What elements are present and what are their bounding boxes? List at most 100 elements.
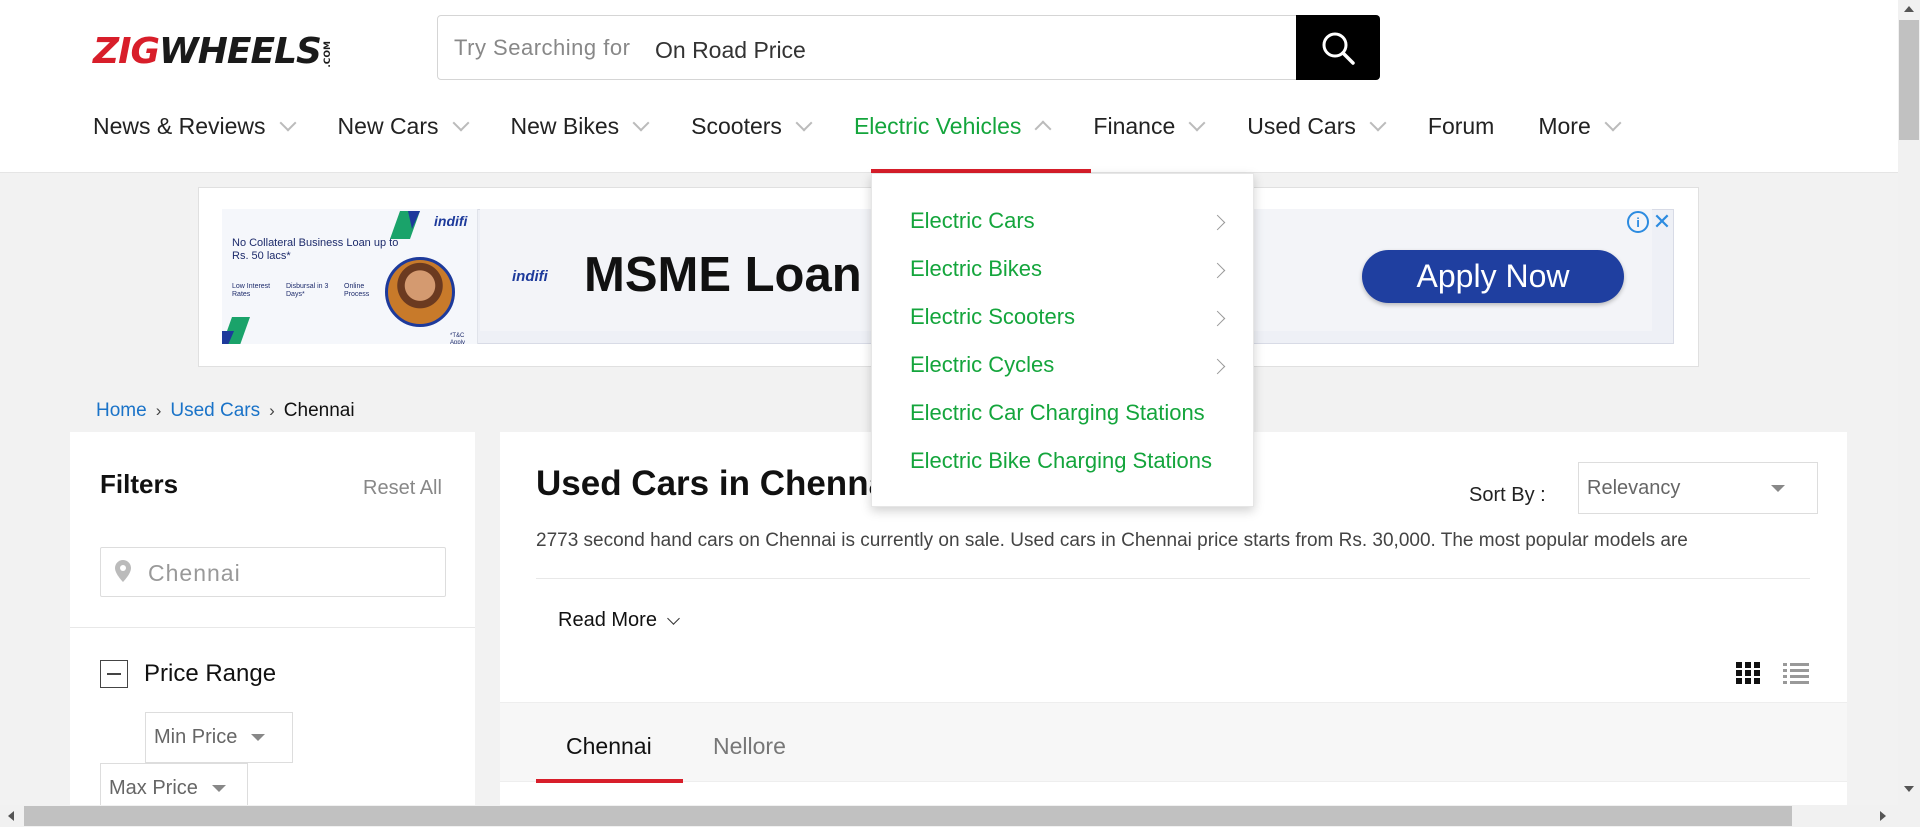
ad-left-feature: Low Interest Rates [232, 283, 271, 299]
search-placeholder: Try Searching for [454, 35, 631, 60]
dropdown-item-electric-bikes[interactable]: Electric Bikes [910, 256, 1042, 282]
nav-label: News & Reviews [93, 112, 266, 139]
filter-divider [70, 627, 475, 628]
dropdown-item-car-charging-stations[interactable]: Electric Car Charging Stations [910, 400, 1205, 426]
tab-chennai[interactable]: Chennai [566, 733, 652, 760]
ad-left-feature: Disbursal in 3 Days* [286, 283, 329, 299]
collapse-minus-icon[interactable] [100, 660, 128, 688]
page-title: Used Cars in Chennai [536, 464, 898, 503]
search-bar[interactable]: Try Searching for On Road Price [437, 15, 1380, 80]
filters-panel: Filters Reset All Chennai Price Range Mi… [70, 432, 475, 827]
logo-com-text: .COM [322, 41, 333, 68]
nav-new-cars[interactable]: New Cars [338, 113, 470, 140]
ad-left-tc: *T&C Apply [450, 333, 466, 344]
zigwheels-logo[interactable]: ZIG WHEELS .COM [93, 30, 333, 70]
apply-now-button[interactable]: Apply Now [1362, 250, 1624, 303]
dropdown-item-electric-cycles[interactable]: Electric Cycles [910, 352, 1054, 378]
scroll-up-arrow-icon[interactable] [1904, 6, 1914, 12]
reset-all-button[interactable]: Reset All [363, 477, 442, 500]
chevron-right-icon [1209, 262, 1226, 279]
breadcrumb-separator-icon: › [155, 401, 162, 420]
brand-stripe-icon [390, 211, 420, 239]
nav-new-bikes[interactable]: New Bikes [510, 112, 650, 140]
nav-label: More [1538, 112, 1591, 139]
chevron-down-icon [632, 114, 650, 132]
chevron-down-icon [1369, 114, 1387, 132]
ad-person-avatar [385, 257, 455, 327]
read-more-button[interactable]: Read More [558, 609, 680, 632]
caret-down-icon [211, 785, 226, 792]
nav-electric-vehicles[interactable]: Electric Vehicles [853, 112, 1052, 140]
nav-scooters[interactable]: Scooters [691, 112, 813, 140]
nav-label: New Bikes [510, 112, 620, 139]
dropdown-item-electric-scooters[interactable]: Electric Scooters [910, 304, 1075, 330]
caret-down-icon [1771, 485, 1785, 492]
chevron-down-icon [1188, 114, 1206, 132]
chevron-down-icon [279, 114, 297, 132]
grid-view-icon[interactable] [1736, 662, 1760, 684]
location-pin-icon [115, 560, 131, 582]
breadcrumb-home[interactable]: Home [96, 400, 147, 422]
horizontal-scrollbar-thumb[interactable] [24, 806, 1792, 826]
brand-stripe-icon [222, 317, 250, 344]
search-input[interactable]: On Road Price [655, 37, 806, 64]
info-icon[interactable]: i [1627, 211, 1649, 233]
sort-by-label: Sort By : [1469, 484, 1546, 506]
scroll-right-arrow-icon[interactable] [1880, 811, 1886, 821]
chevron-right-icon [1209, 310, 1226, 327]
dropdown-item-electric-cars[interactable]: Electric Cars [910, 208, 1035, 234]
breadcrumb: Home › Used Cars › Chennai [96, 400, 355, 422]
nav-label: Used Cars [1247, 112, 1356, 139]
filters-title: Filters [100, 469, 179, 499]
max-price-label: Max Price [109, 777, 198, 799]
list-view-icon[interactable] [1783, 662, 1809, 684]
logo-wheels-text: WHEELS [159, 31, 322, 72]
dropdown-item-bike-charging-stations[interactable]: Electric Bike Charging Stations [910, 448, 1212, 474]
close-icon[interactable]: ✕ [1651, 211, 1673, 233]
nav-label: Forum [1427, 112, 1495, 139]
breadcrumb-separator-icon: › [269, 401, 275, 420]
electric-vehicles-dropdown: Electric Cars Electric Bikes Electric Sc… [871, 173, 1254, 507]
price-range-title: Price Range [144, 660, 277, 687]
chevron-down-icon [1604, 114, 1622, 132]
scroll-left-arrow-icon[interactable] [8, 811, 14, 821]
chevron-up-icon [1034, 120, 1052, 138]
nav-label: Electric Vehicles [853, 112, 1022, 139]
nav-finance[interactable]: Finance [1093, 112, 1206, 140]
nav-more[interactable]: More [1538, 112, 1622, 140]
tab-nellore[interactable]: Nellore [713, 733, 786, 760]
chevron-right-icon [1209, 358, 1226, 375]
chevron-right-icon [1209, 214, 1226, 231]
main-nav: News & Reviews New Cars New Bikes Scoote… [93, 106, 1663, 146]
ad-left-brand: indifi [434, 213, 468, 229]
nav-forum[interactable]: Forum [1428, 113, 1494, 140]
nav-used-cars[interactable]: Used Cars [1247, 112, 1387, 140]
chevron-down-icon [667, 611, 680, 625]
ad-headline: MSME Loan o [584, 248, 906, 302]
breadcrumb-used-cars[interactable]: Used Cars [170, 400, 260, 422]
site-header: ZIG WHEELS .COM Try Searching for On Road … [0, 0, 1898, 173]
ad-left-headline: No Collateral Business Loan up to Rs. 50… [232, 237, 399, 263]
location-input[interactable]: Chennai [100, 547, 446, 597]
breadcrumb-current: Chennai [283, 400, 355, 421]
search-icon [1322, 32, 1355, 65]
nav-label: Finance [1093, 112, 1176, 139]
chevron-down-icon [795, 114, 813, 132]
search-button[interactable] [1296, 15, 1380, 80]
nav-news-reviews[interactable]: News & Reviews [93, 112, 297, 140]
sort-by-select[interactable]: Relevancy [1578, 462, 1818, 514]
min-price-label: Min Price [154, 726, 238, 748]
caret-down-icon [251, 734, 266, 741]
min-price-select[interactable]: Min Price [145, 712, 293, 763]
nav-label: Scooters [691, 112, 782, 139]
active-tab-underline [536, 779, 683, 783]
city-tabs: Chennai Nellore [500, 702, 1847, 783]
read-more-label: Read More [558, 609, 657, 631]
vertical-scrollbar-thumb[interactable] [1899, 20, 1919, 140]
scroll-down-arrow-icon[interactable] [1904, 786, 1914, 792]
listing-description: 2773 second hand cars on Chennai is curr… [536, 530, 1688, 551]
chevron-down-icon [452, 114, 470, 132]
sort-by-value: Relevancy [1587, 477, 1681, 499]
location-value: Chennai [148, 560, 241, 586]
ad-brand: indifi [512, 268, 548, 285]
